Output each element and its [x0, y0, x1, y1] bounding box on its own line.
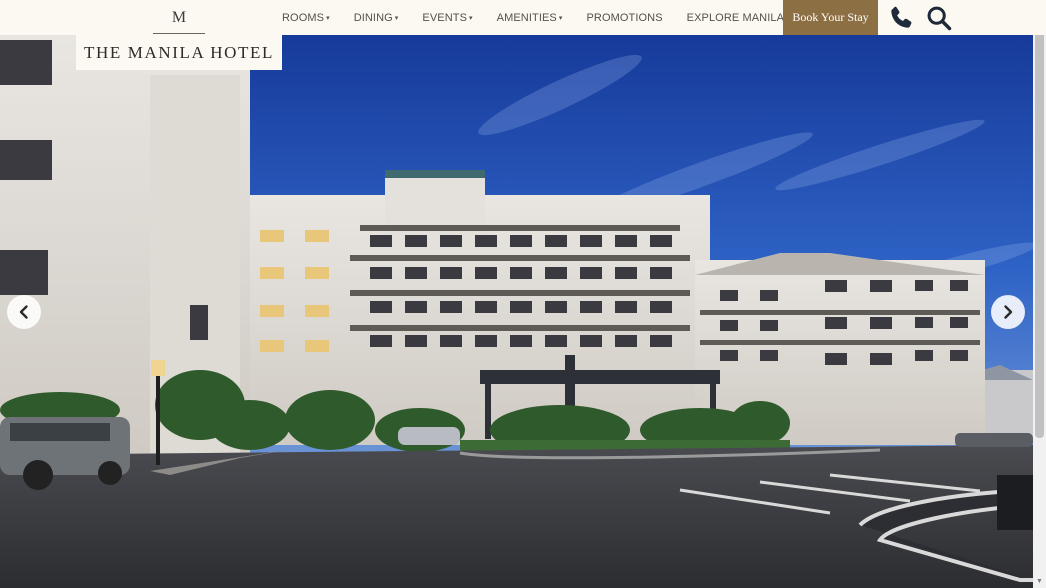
nav-item-label: DINING	[353, 11, 393, 24]
nav-item-events[interactable]: EVENTS ▾	[422, 12, 472, 24]
phone-button[interactable]	[887, 4, 915, 32]
logo-wordmark: THE MANILA HOTEL	[84, 43, 274, 62]
main-nav: ROOMS ▾ DINING ▾ EVENTS ▾ AMENITIES ▾ PR…	[282, 0, 808, 35]
chevron-right-icon	[1004, 305, 1013, 319]
nav-item-label: EVENTS	[422, 11, 468, 24]
logo-divider	[153, 33, 205, 34]
nav-item-amenities[interactable]: AMENITIES ▾	[497, 12, 563, 24]
caret-down-icon: ▾	[326, 14, 330, 22]
slider-next-button[interactable]	[991, 295, 1025, 329]
nav-item-rooms[interactable]: ROOMS ▾	[282, 12, 330, 24]
nav-item-label: PROMOTIONS	[586, 11, 663, 24]
nav-item-explore-manila[interactable]: EXPLORE MANILA	[687, 12, 784, 24]
nav-item-label: EXPLORE MANILA	[686, 11, 785, 24]
chevron-left-icon	[19, 305, 28, 319]
phone-icon	[891, 6, 912, 28]
scroll-down-arrow[interactable]: ▼	[1033, 575, 1046, 588]
search-icon	[927, 6, 952, 31]
nav-item-dining[interactable]: DINING ▾	[354, 12, 399, 24]
logo-monogram: M	[171, 9, 187, 26]
page-scrollbar[interactable]: ▲ ▼	[1033, 0, 1046, 588]
hero-image	[0, 35, 1033, 588]
scroll-thumb[interactable]	[1035, 14, 1044, 438]
search-button[interactable]	[925, 4, 953, 32]
slider-prev-button[interactable]	[7, 295, 41, 329]
nav-item-label: ROOMS	[282, 11, 325, 24]
hotel-logo[interactable]: M THE MANILA HOTEL	[76, 0, 282, 70]
book-your-stay-button[interactable]: Book Your Stay	[783, 0, 878, 35]
caret-down-icon: ▾	[558, 14, 563, 22]
caret-down-icon: ▾	[394, 14, 399, 22]
hero-slider	[0, 35, 1033, 588]
caret-down-icon: ▾	[469, 14, 473, 22]
nav-item-promotions[interactable]: PROMOTIONS	[586, 12, 662, 24]
nav-item-label: AMENITIES	[496, 11, 557, 24]
